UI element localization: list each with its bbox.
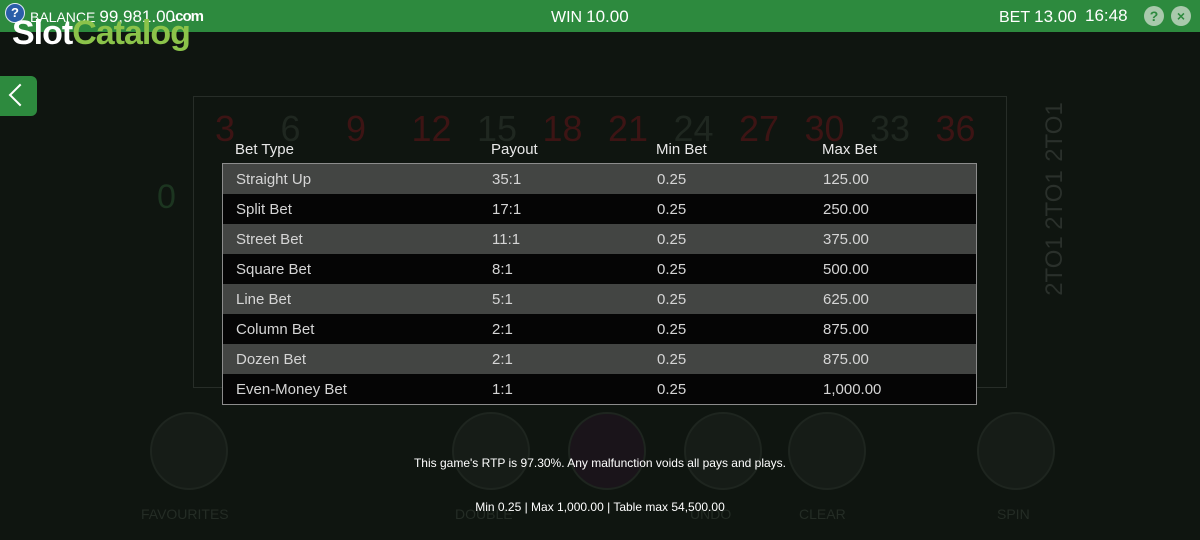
table-row: Dozen Bet 2:1 0.25 875.00 [223,344,976,374]
watermark-logo: SlotCatalog .com [12,8,204,53]
win-display: WIN 10.00 [551,7,629,27]
chevron-left-icon [8,83,32,107]
cell-min-bet: 0.25 [657,171,687,188]
rtp-notice: This game's RTP is 97.30%. Any malfuncti… [413,456,787,470]
cell-max-bet: 250.00 [823,201,869,218]
help-icon[interactable]: ? [1144,6,1164,26]
table-row: Line Bet 5:1 0.25 625.00 [223,284,976,314]
cell-bet-type: Square Bet [236,261,312,278]
undo-button[interactable] [684,412,762,490]
cell-bet-type: Street Bet [236,231,303,248]
cell-min-bet: 0.25 [657,261,687,278]
zero-cell: 0 [157,178,176,216]
table-row: Split Bet 17:1 0.25 250.00 [223,194,976,224]
cell-payout: 35:1 [492,171,522,188]
cell-payout: 8:1 [492,261,513,278]
spin-button[interactable] [977,412,1055,490]
cell-max-bet: 625.00 [823,291,869,308]
cell-payout: 17:1 [492,201,522,218]
clear-button[interactable] [788,412,866,490]
cell-max-bet: 375.00 [823,231,869,248]
bet-display: BET 13.00 [999,7,1077,27]
cell-max-bet: 875.00 [823,321,869,338]
bet-value: 13.00 [1034,7,1077,26]
win-label: WIN [551,9,583,26]
back-tab-button[interactable] [0,76,37,116]
bet-label: BET [999,9,1031,26]
cell-payout: 2:1 [492,321,513,338]
cell-min-bet: 0.25 [657,231,687,248]
double-button[interactable] [452,412,530,490]
close-icon[interactable]: × [1171,6,1191,26]
cell-payout: 5:1 [492,291,513,308]
win-value: 10.00 [586,7,629,26]
cell-max-bet: 125.00 [823,171,869,188]
column-bet-cell-top: 2TO1 [1040,102,1068,162]
clock: 16:48 [1085,6,1128,25]
chip-selector[interactable] [568,412,646,490]
favourites-button[interactable] [150,412,228,490]
table-row: Straight Up 35:1 0.25 125.00 [223,164,976,194]
cell-payout: 2:1 [492,351,513,368]
cell-min-bet: 0.25 [657,381,687,398]
cell-bet-type: Column Bet [236,321,315,338]
table-row: Even-Money Bet 1:1 0.25 1,000.00 [223,374,976,404]
cell-bet-type: Straight Up [236,171,312,188]
header-bet-type: Bet Type [235,141,294,158]
column-bet-cell-middle: 2TO1 [1040,170,1068,230]
paytable-body: Straight Up 35:1 0.25 125.00 Split Bet 17:1 0.… [222,163,977,405]
cell-bet-type: Dozen Bet [236,351,307,368]
cell-max-bet: 1,000.00 [823,381,882,398]
paytable-header: Bet Type Payout Min Bet Max Bet [222,137,977,163]
cell-min-bet: 0.25 [657,321,687,338]
cell-payout: 1:1 [492,381,513,398]
cell-bet-type: Line Bet [236,291,292,308]
cell-payout: 11:1 [492,231,521,248]
watermark-part1: Slot [12,14,73,52]
header-max-bet: Max Bet [822,141,878,158]
watermark-part3: .com [172,8,204,25]
table-row: Column Bet 2:1 0.25 875.00 [223,314,976,344]
table-row: Street Bet 11:1 0.25 375.00 [223,224,976,254]
paytable: Bet Type Payout Min Bet Max Bet Straight… [222,137,977,405]
cell-max-bet: 875.00 [823,351,869,368]
cell-min-bet: 0.25 [657,351,687,368]
header-payout: Payout [491,141,538,158]
header-min-bet: Min Bet [656,141,707,158]
cell-min-bet: 0.25 [657,291,687,308]
table-row: Square Bet 8:1 0.25 500.00 [223,254,976,284]
cell-max-bet: 500.00 [823,261,869,278]
bet-limits: Min 0.25 | Max 1,000.00 | Table max 54,5… [475,500,725,514]
cell-bet-type: Split Bet [236,201,292,218]
cell-bet-type: Even-Money Bet [236,381,347,398]
cell-min-bet: 0.25 [657,201,687,218]
column-bet-cell-bottom: 2TO1 [1040,236,1068,296]
